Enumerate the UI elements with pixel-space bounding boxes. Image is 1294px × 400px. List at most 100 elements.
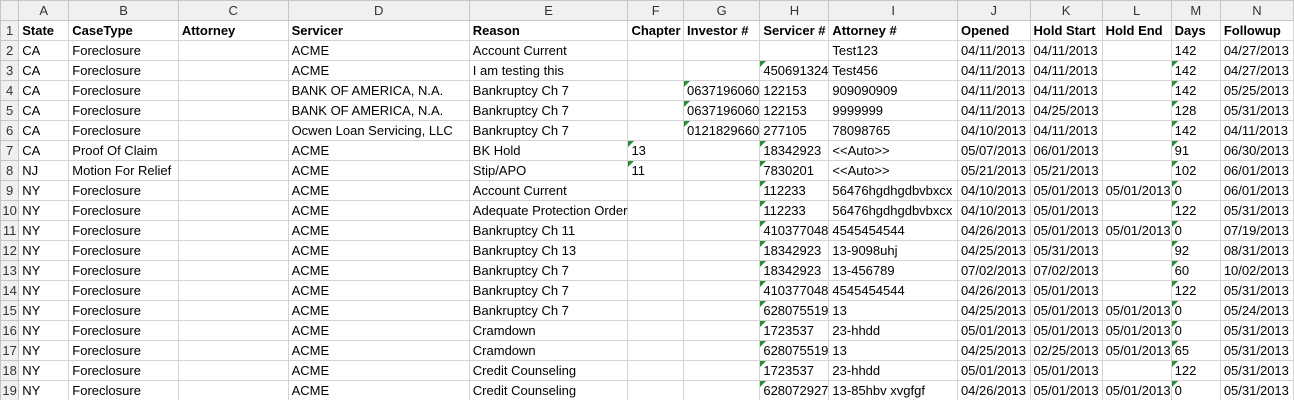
- cell-h[interactable]: 18342923: [759, 240, 830, 261]
- cell-e[interactable]: Adequate Protection Order: [468, 200, 629, 221]
- cell-a[interactable]: CA: [18, 120, 70, 141]
- header-cell[interactable]: Chapter: [627, 20, 685, 41]
- cell-j[interactable]: 04/10/2013: [956, 120, 1031, 141]
- cell-a[interactable]: CA: [18, 40, 70, 61]
- cell-c[interactable]: [177, 380, 289, 400]
- cell-m[interactable]: 142: [1170, 80, 1221, 101]
- cell-k[interactable]: 04/11/2013: [1029, 120, 1103, 141]
- cell-j[interactable]: 04/26/2013: [956, 280, 1031, 301]
- cell-n[interactable]: 06/01/2013: [1219, 160, 1294, 181]
- cell-n[interactable]: 06/30/2013: [1219, 140, 1294, 161]
- cell-j[interactable]: 04/25/2013: [956, 240, 1031, 261]
- cell-m[interactable]: 122: [1170, 360, 1221, 381]
- cell-n[interactable]: 05/31/2013: [1219, 320, 1294, 341]
- cell-b[interactable]: Foreclosure: [68, 60, 179, 81]
- cell-e[interactable]: Bankruptcy Ch 7: [468, 120, 629, 141]
- cell-g[interactable]: 0637196060: [683, 80, 761, 101]
- cell-k[interactable]: 05/01/2013: [1029, 300, 1103, 321]
- cell-k[interactable]: 04/11/2013: [1029, 60, 1103, 81]
- cell-m[interactable]: 65: [1170, 340, 1221, 361]
- cell-e[interactable]: Bankruptcy Ch 11: [468, 220, 629, 241]
- cell-j[interactable]: 04/11/2013: [956, 60, 1031, 81]
- cell-e[interactable]: Cramdown: [468, 340, 629, 361]
- cell-h[interactable]: 18342923: [759, 140, 830, 161]
- cell-e[interactable]: Bankruptcy Ch 7: [468, 100, 629, 121]
- cell-l[interactable]: [1101, 140, 1172, 161]
- cell-i[interactable]: 13: [828, 340, 958, 361]
- cell-k[interactable]: 05/01/2013: [1029, 220, 1103, 241]
- cell-n[interactable]: 05/31/2013: [1219, 340, 1294, 361]
- cell-b[interactable]: Foreclosure: [68, 180, 179, 201]
- cell-c[interactable]: [177, 60, 289, 81]
- cell-k[interactable]: 02/25/2013: [1029, 340, 1103, 361]
- header-cell[interactable]: Opened: [956, 20, 1031, 41]
- cell-l[interactable]: [1101, 280, 1172, 301]
- cell-m[interactable]: 128: [1170, 100, 1221, 121]
- cell-n[interactable]: 05/24/2013: [1219, 300, 1294, 321]
- row-header[interactable]: 1: [0, 20, 20, 41]
- row-header[interactable]: 19: [0, 380, 20, 400]
- cell-c[interactable]: [177, 240, 289, 261]
- cell-d[interactable]: ACME: [287, 300, 470, 321]
- cell-l[interactable]: 05/01/2013: [1101, 380, 1172, 400]
- cell-m[interactable]: 102: [1170, 160, 1221, 181]
- cell-f[interactable]: [627, 240, 685, 261]
- cell-d[interactable]: ACME: [287, 340, 470, 361]
- cell-m[interactable]: 142: [1170, 40, 1221, 61]
- cell-n[interactable]: 10/02/2013: [1219, 260, 1294, 281]
- cell-j[interactable]: 04/25/2013: [956, 340, 1031, 361]
- cell-c[interactable]: [177, 200, 289, 221]
- cell-b[interactable]: Foreclosure: [68, 220, 179, 241]
- cell-b[interactable]: Foreclosure: [68, 260, 179, 281]
- cell-d[interactable]: ACME: [287, 140, 470, 161]
- row-header[interactable]: 14: [0, 280, 20, 301]
- cell-d[interactable]: ACME: [287, 360, 470, 381]
- cell-m[interactable]: 0: [1170, 300, 1221, 321]
- cell-d[interactable]: ACME: [287, 280, 470, 301]
- cell-f[interactable]: [627, 280, 685, 301]
- cell-f[interactable]: 11: [627, 160, 685, 181]
- header-cell[interactable]: Hold End: [1101, 20, 1172, 41]
- cell-k[interactable]: 07/02/2013: [1029, 260, 1103, 281]
- cell-g[interactable]: [683, 260, 761, 281]
- cell-e[interactable]: Bankruptcy Ch 7: [468, 280, 629, 301]
- column-header-i[interactable]: I: [828, 0, 958, 21]
- cell-d[interactable]: ACME: [287, 240, 470, 261]
- cell-b[interactable]: Foreclosure: [68, 300, 179, 321]
- row-header[interactable]: 4: [0, 80, 20, 101]
- cell-a[interactable]: NY: [18, 320, 70, 341]
- cell-n[interactable]: 04/27/2013: [1219, 60, 1294, 81]
- cell-i[interactable]: 13-85hbv xvgfgf: [828, 380, 958, 400]
- cell-a[interactable]: NY: [18, 340, 70, 361]
- cell-m[interactable]: 142: [1170, 60, 1221, 81]
- cell-e[interactable]: BK Hold: [468, 140, 629, 161]
- cell-g[interactable]: [683, 160, 761, 181]
- cell-c[interactable]: [177, 80, 289, 101]
- cell-m[interactable]: 92: [1170, 240, 1221, 261]
- cell-m[interactable]: 0: [1170, 380, 1221, 400]
- cell-h[interactable]: 122153: [759, 80, 830, 101]
- cell-i[interactable]: 78098765: [828, 120, 958, 141]
- cell-g[interactable]: [683, 380, 761, 400]
- column-header-n[interactable]: N: [1219, 0, 1294, 21]
- cell-i[interactable]: <<Auto>>: [828, 160, 958, 181]
- cell-g[interactable]: [683, 300, 761, 321]
- cell-e[interactable]: Credit Counseling: [468, 380, 629, 400]
- cell-a[interactable]: NY: [18, 220, 70, 241]
- row-header[interactable]: 18: [0, 360, 20, 381]
- cell-i[interactable]: 13-9098uhj: [828, 240, 958, 261]
- cell-l[interactable]: [1101, 60, 1172, 81]
- cell-i[interactable]: 23-hhdd: [828, 360, 958, 381]
- cell-e[interactable]: Cramdown: [468, 320, 629, 341]
- cell-e[interactable]: Bankruptcy Ch 7: [468, 300, 629, 321]
- cell-f[interactable]: [627, 200, 685, 221]
- cell-c[interactable]: [177, 260, 289, 281]
- cell-l[interactable]: 05/01/2013: [1101, 340, 1172, 361]
- cell-b[interactable]: Foreclosure: [68, 100, 179, 121]
- cell-e[interactable]: Account Current: [468, 40, 629, 61]
- row-header[interactable]: 9: [0, 180, 20, 201]
- cell-i[interactable]: 23-hhdd: [828, 320, 958, 341]
- row-header[interactable]: 3: [0, 60, 20, 81]
- cell-d[interactable]: ACME: [287, 60, 470, 81]
- cell-d[interactable]: ACME: [287, 220, 470, 241]
